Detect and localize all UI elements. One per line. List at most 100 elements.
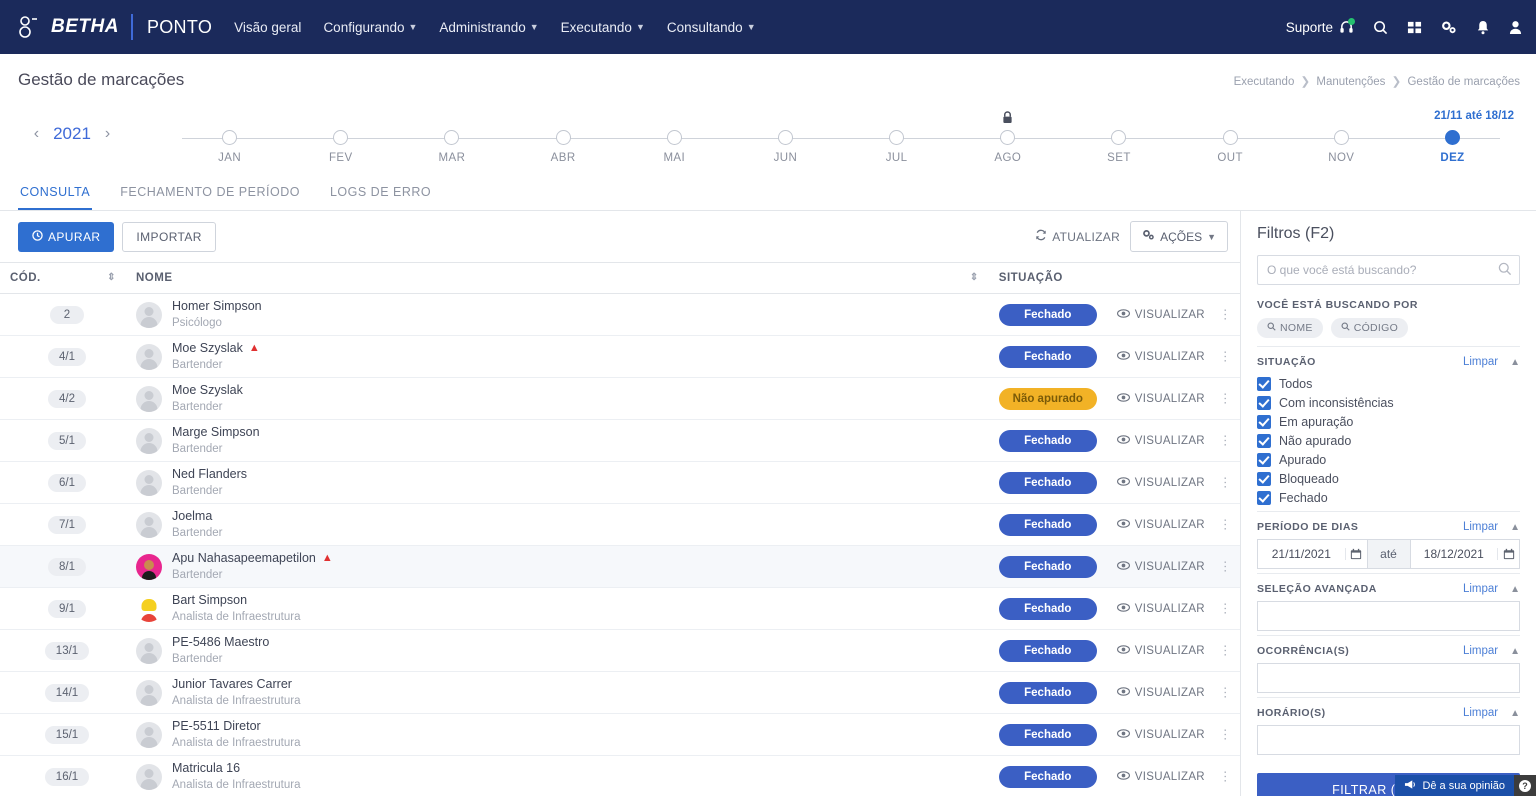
timeline-month-jan[interactable]: JAN xyxy=(174,130,285,164)
search-icon[interactable] xyxy=(1373,20,1388,35)
filter-search-input[interactable] xyxy=(1257,255,1520,285)
support-button[interactable]: Suporte xyxy=(1286,17,1355,35)
table-row[interactable]: 4/2 Moe Szyslak Bartender Não apurado VI… xyxy=(0,377,1240,420)
visualizar-button[interactable]: VISUALIZAR xyxy=(1116,477,1205,489)
timeline-month-set[interactable]: SET xyxy=(1063,130,1174,164)
status-badge[interactable]: Fechado xyxy=(998,765,1097,788)
calendar-icon[interactable] xyxy=(1497,548,1519,560)
nav-item-executando[interactable]: Executando ▼ xyxy=(561,20,645,35)
visualizar-button[interactable]: VISUALIZAR xyxy=(1116,393,1205,405)
chevron-up-icon[interactable]: ▲ xyxy=(1510,646,1520,657)
row-menu-icon[interactable]: ⋯ xyxy=(1218,602,1233,615)
table-row[interactable]: 15/1 PE-5511 Diretor Analista de Infraes… xyxy=(0,713,1240,756)
tab-fechamento-de-periodo[interactable]: FECHAMENTO DE PERÍODO xyxy=(118,176,302,210)
table-row[interactable]: 8/1 Apu Nahasapeemapetilon ▲ Bartender F… xyxy=(0,545,1240,588)
table-row[interactable]: 5/1 Marge Simpson Bartender Fechado VISU… xyxy=(0,419,1240,462)
end-date-field[interactable] xyxy=(1409,539,1520,569)
brand-logo-group[interactable]: BETHA xyxy=(18,16,119,38)
row-menu-icon[interactable]: ⋯ xyxy=(1218,392,1233,405)
visualizar-button[interactable]: VISUALIZAR xyxy=(1116,687,1205,699)
clear-situacao-link[interactable]: Limpar xyxy=(1463,356,1498,368)
status-badge[interactable]: Fechado xyxy=(998,681,1097,704)
search-icon[interactable] xyxy=(1498,262,1512,281)
start-date-field[interactable] xyxy=(1257,539,1368,569)
table-row[interactable]: 7/1 Joelma Bartender Fechado VISUALIZAR … xyxy=(0,503,1240,546)
checkbox-nao-apurado[interactable]: Não apurado xyxy=(1257,431,1520,450)
status-badge[interactable]: Fechado xyxy=(998,639,1097,662)
row-menu-icon[interactable]: ⋯ xyxy=(1218,518,1233,531)
row-menu-icon[interactable]: ⋯ xyxy=(1218,560,1233,573)
checkbox-fechado[interactable]: Fechado xyxy=(1257,488,1520,507)
visualizar-button[interactable]: VISUALIZAR xyxy=(1116,645,1205,657)
timeline-month-fev[interactable]: FEV xyxy=(285,130,396,164)
sort-icon[interactable]: ⇕ xyxy=(970,273,979,283)
table-row[interactable]: 2 Homer Simpson Psicólogo Fechado VISUAL… xyxy=(0,293,1240,336)
checkbox-todos[interactable]: Todos xyxy=(1257,374,1520,393)
status-badge[interactable]: Fechado xyxy=(998,723,1097,746)
chevron-up-icon[interactable]: ▲ xyxy=(1510,357,1520,368)
ocorrencias-input[interactable] xyxy=(1257,663,1520,693)
row-menu-icon[interactable]: ⋯ xyxy=(1218,770,1233,783)
status-badge[interactable]: Fechado xyxy=(998,597,1097,620)
checkbox-com-inconsistencias[interactable]: Com inconsistências xyxy=(1257,393,1520,412)
row-menu-icon[interactable]: ⋯ xyxy=(1218,434,1233,447)
table-row[interactable]: 6/1 Ned Flanders Bartender Fechado VISUA… xyxy=(0,461,1240,504)
status-badge[interactable]: Fechado xyxy=(998,513,1097,536)
apps-grid-icon[interactable] xyxy=(1407,20,1422,35)
column-header-nome[interactable]: NOME ⇕ xyxy=(126,262,989,294)
tab-logs-de-erro[interactable]: LOGS DE ERRO xyxy=(328,176,433,210)
timeline-month-mai[interactable]: MAI xyxy=(619,130,730,164)
importar-button[interactable]: IMPORTAR xyxy=(122,221,216,252)
visualizar-button[interactable]: VISUALIZAR xyxy=(1116,351,1205,363)
settings-gear-icon[interactable] xyxy=(1441,20,1457,35)
feedback-button[interactable]: Dê a sua opinião xyxy=(1395,775,1514,796)
timeline-month-jul[interactable]: JUL xyxy=(841,130,952,164)
visualizar-button[interactable]: VISUALIZAR xyxy=(1116,771,1205,783)
apurar-button[interactable]: APURAR xyxy=(18,221,115,252)
chip-nome[interactable]: NOME xyxy=(1257,318,1323,338)
sort-icon[interactable]: ⇕ xyxy=(107,273,116,283)
table-row[interactable]: 9/1 Bart Simpson Analista de Infraestrut… xyxy=(0,587,1240,630)
nav-item-configurando[interactable]: Configurando ▼ xyxy=(323,20,417,35)
next-year-button[interactable]: › xyxy=(105,125,110,143)
row-menu-icon[interactable]: ⋯ xyxy=(1218,686,1233,699)
timeline-month-mar[interactable]: MAR xyxy=(396,130,507,164)
table-row[interactable]: 13/1 PE-5486 Maestro Bartender Fechado V… xyxy=(0,629,1240,672)
bell-icon[interactable] xyxy=(1476,20,1490,35)
nav-item-administrando[interactable]: Administrando ▼ xyxy=(439,20,538,35)
checkbox-bloqueado[interactable]: Bloqueado xyxy=(1257,469,1520,488)
clear-selecao-avancada-link[interactable]: Limpar xyxy=(1463,583,1498,595)
current-year-label[interactable]: 2021 xyxy=(53,124,91,144)
visualizar-button[interactable]: VISUALIZAR xyxy=(1116,309,1205,321)
chevron-up-icon[interactable]: ▲ xyxy=(1510,522,1520,533)
visualizar-button[interactable]: VISUALIZAR xyxy=(1116,603,1205,615)
visualizar-button[interactable]: VISUALIZAR xyxy=(1116,519,1205,531)
timeline-month-dez[interactable]: 21/11 até 18/12 DEZ xyxy=(1397,110,1514,164)
row-menu-icon[interactable]: ⋯ xyxy=(1218,644,1233,657)
timeline-month-jun[interactable]: JUN xyxy=(730,130,841,164)
status-badge[interactable]: Fechado xyxy=(998,303,1097,326)
table-row[interactable]: 14/1 Junior Tavares Carrer Analista de I… xyxy=(0,671,1240,714)
table-row[interactable]: 4/1 Moe Szyslak ▲ Bartender Fechado VISU… xyxy=(0,335,1240,378)
clear-ocorrencias-link[interactable]: Limpar xyxy=(1463,645,1498,657)
row-menu-icon[interactable]: ⋯ xyxy=(1218,308,1233,321)
row-menu-icon[interactable]: ⋯ xyxy=(1218,728,1233,741)
horarios-input[interactable] xyxy=(1257,725,1520,755)
start-date-input[interactable] xyxy=(1258,547,1345,561)
timeline-month-abr[interactable]: ABR xyxy=(508,130,619,164)
nav-item-consultando[interactable]: Consultando ▼ xyxy=(667,20,756,35)
timeline-month-nov[interactable]: NOV xyxy=(1286,130,1397,164)
row-menu-icon[interactable]: ⋯ xyxy=(1218,476,1233,489)
column-header-cod[interactable]: CÓD. ⇕ xyxy=(0,262,126,294)
calendar-icon[interactable] xyxy=(1344,548,1367,560)
chip-codigo[interactable]: CÓDIGO xyxy=(1330,318,1409,338)
timeline-month-out[interactable]: OUT xyxy=(1175,130,1286,164)
status-badge[interactable]: Fechado xyxy=(998,471,1097,494)
end-date-input[interactable] xyxy=(1410,547,1498,561)
chevron-up-icon[interactable]: ▲ xyxy=(1510,708,1520,719)
clear-horarios-link[interactable]: Limpar xyxy=(1463,707,1498,719)
visualizar-button[interactable]: VISUALIZAR xyxy=(1116,729,1205,741)
clear-periodo-link[interactable]: Limpar xyxy=(1463,521,1498,533)
user-avatar-icon[interactable] xyxy=(1509,20,1522,35)
status-badge[interactable]: Não apurado xyxy=(998,387,1097,410)
